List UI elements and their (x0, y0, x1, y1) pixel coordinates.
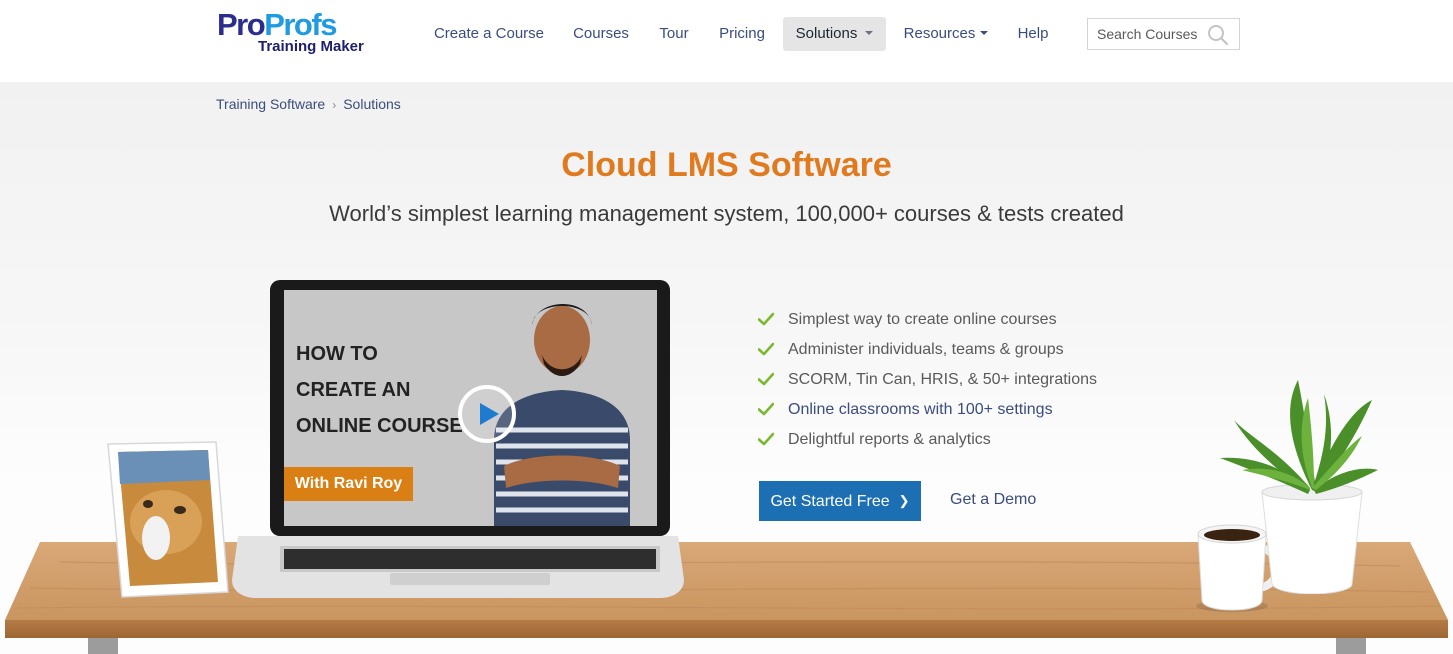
feature-item: Simplest way to create online courses (758, 308, 1097, 338)
video-title: HOW TO CREATE AN ONLINE COURSE (296, 343, 463, 437)
proprofs-logo[interactable]: ProProfs Training Maker (217, 8, 367, 58)
chevron-right-icon: ❯ (898, 493, 910, 508)
check-icon (758, 372, 774, 386)
potted-plant (1220, 380, 1378, 594)
check-icon (758, 312, 774, 326)
logo-tagline: Training Maker (258, 38, 364, 55)
nav-courses[interactable]: Courses (566, 17, 636, 51)
logo-wordmark: ProProfs (217, 7, 337, 42)
search-box (1087, 18, 1240, 50)
check-icon (758, 402, 774, 416)
page-title: Cloud LMS Software (561, 146, 892, 184)
hero-section: Training Software › Solutions Cloud LMS So… (0, 82, 1453, 654)
check-icon (758, 342, 774, 356)
chevron-down-icon (865, 31, 874, 36)
nav-help[interactable]: Help (1010, 17, 1056, 51)
nav-resources[interactable]: Resources (900, 17, 992, 51)
get-started-free-button[interactable]: Get Started Free ❯ (759, 481, 921, 521)
search-input[interactable] (1097, 19, 1207, 49)
video-byline: With Ravi Roy (284, 467, 413, 501)
dog-photo-frame (107, 441, 229, 598)
feature-item: SCORM, Tin Can, HRIS, & 50+ integrations (758, 368, 1097, 398)
laptop-video: HOW TO CREATE AN ONLINE COURSE With Ravi… (232, 280, 684, 604)
nav-create-course[interactable]: Create a Course (428, 17, 550, 51)
nav-solutions[interactable]: Solutions (783, 17, 886, 51)
page-subtitle: World’s simplest learning management sys… (329, 201, 1124, 226)
chevron-down-icon (980, 31, 989, 36)
breadcrumb-solutions[interactable]: Solutions (343, 96, 401, 112)
get-a-demo-link[interactable]: Get a Demo (950, 491, 1036, 509)
nav-pricing[interactable]: Pricing (712, 17, 772, 51)
nav-tour[interactable]: Tour (652, 17, 696, 51)
breadcrumb-separator: › (332, 98, 337, 112)
breadcrumb: Training Software › Solutions (216, 96, 401, 112)
feature-list: Simplest way to create online courses Ad… (758, 308, 1097, 458)
check-icon (758, 432, 774, 446)
feature-item-link[interactable]: Online classrooms with 100+ settings (758, 398, 1097, 428)
breadcrumb-training-software[interactable]: Training Software (216, 96, 325, 112)
play-icon[interactable] (457, 384, 517, 444)
site-header: ProProfs Training Maker Create a Course … (0, 0, 1453, 82)
feature-item: Delightful reports & analytics (758, 428, 1097, 458)
feature-item: Administer individuals, teams & groups (758, 338, 1097, 368)
search-icon[interactable] (1206, 23, 1230, 47)
